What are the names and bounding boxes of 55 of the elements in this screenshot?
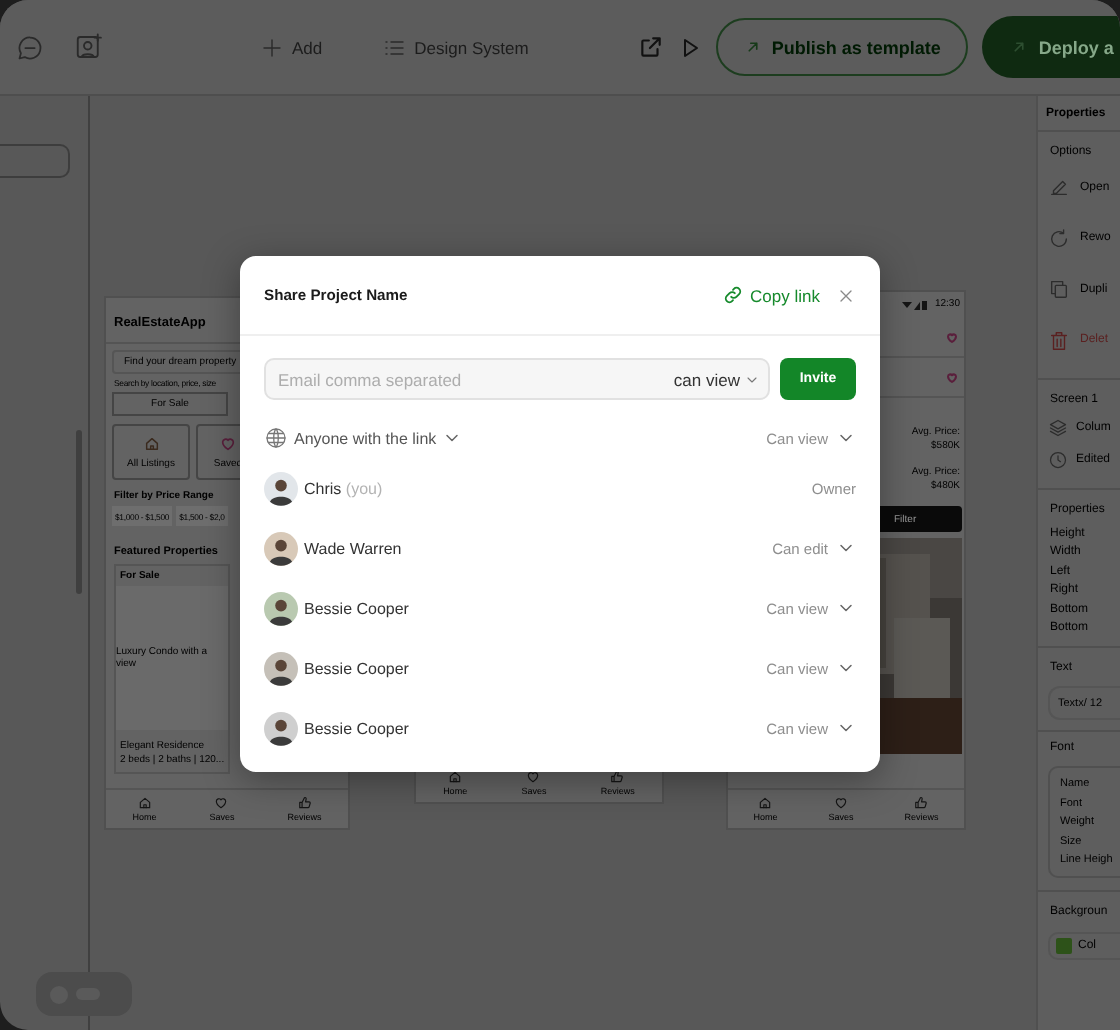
member-name: Wade Warren [304,539,402,557]
heart-icon [946,331,958,343]
image-user-icon [74,32,104,62]
plus-icon [260,35,284,59]
home-icon [758,796,773,810]
comment-icon[interactable] [16,33,44,61]
thumbs-up-icon [297,796,312,810]
trash-icon [1048,329,1070,352]
chat-icon [16,33,44,61]
avatar-icon [264,711,298,745]
house-icon [143,435,159,451]
member-name: Bessie Cooper [304,719,409,737]
avatar-icon [264,471,298,505]
heart-icon [220,435,236,451]
publish-button[interactable]: Publish as template [715,18,969,76]
heart-icon [833,796,848,810]
refresh-icon [1048,227,1070,250]
home-icon [137,796,152,810]
member-name: Bessie Cooper [304,599,409,617]
list-icon [382,35,407,59]
signal-icon [902,299,931,309]
avatar-icon [264,531,298,565]
heart-icon [946,371,958,383]
avatar-icon [264,591,298,625]
close-button[interactable] [836,285,856,305]
avatar-icon [264,651,298,685]
globe-icon [264,426,288,450]
home-icon [448,770,463,784]
clock-icon [1048,450,1068,470]
email-field[interactable]: Email comma separated can view [264,358,770,400]
arrow-icon [1010,38,1029,56]
share-button[interactable] [637,34,664,60]
close-icon [836,285,856,305]
layers-icon [1048,418,1068,438]
zoom-control[interactable] [36,972,132,1016]
heart-icon [526,770,541,784]
link-access-dropdown[interactable]: Anyone with the link [264,426,463,450]
member-name: Bessie Cooper [304,659,409,677]
deploy-button[interactable]: Deploy a [982,16,1120,78]
external-link-icon [637,34,664,60]
image-button[interactable] [74,32,104,62]
thumbs-up-icon [914,796,929,810]
thumbs-up-icon [610,770,625,784]
copy-icon [1048,278,1070,301]
link-icon [722,284,745,306]
permission-dropdown[interactable]: can view [673,369,760,389]
add-button[interactable]: Add [260,35,323,59]
color-swatch [1056,938,1072,954]
heart-icon [214,796,229,810]
copy-link-button[interactable]: Copy link [722,284,820,306]
design-system-button[interactable]: Design System [382,35,529,59]
pencil-icon [1048,176,1070,199]
arrow-icon [743,38,762,56]
search-field[interactable] [0,144,70,178]
member-name: Chris (you) [304,479,383,497]
